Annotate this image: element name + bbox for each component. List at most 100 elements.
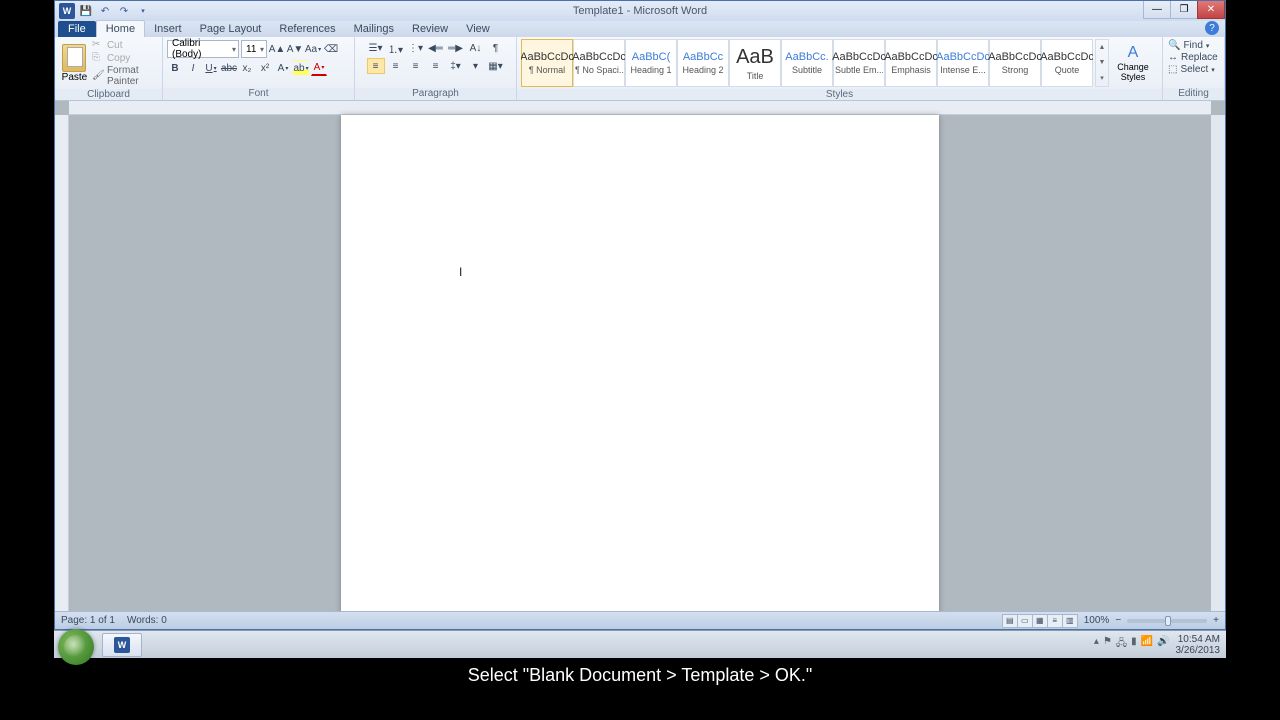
change-styles-icon: A (1128, 44, 1139, 62)
strikethrough-button[interactable]: abc (221, 60, 237, 76)
scroll-down-icon[interactable]: ▼ (1096, 55, 1108, 70)
select-button[interactable]: ⬚Select▾ (1168, 64, 1215, 75)
style-item[interactable]: AaBbCcHeading 2 (677, 39, 729, 87)
word-taskbar-icon: W (114, 637, 130, 653)
tab-view[interactable]: View (457, 21, 499, 37)
tab-review[interactable]: Review (403, 21, 457, 37)
bullets-button[interactable]: ☰▾ (367, 40, 385, 56)
style-item[interactable]: AaBbCcDcIntense E... (937, 39, 989, 87)
undo-icon[interactable]: ↶ (97, 3, 113, 19)
qat-dropdown-icon[interactable]: ▾ (135, 3, 151, 19)
styles-more-icon[interactable]: ▾ (1096, 71, 1108, 86)
tab-insert[interactable]: Insert (145, 21, 191, 37)
vertical-ruler[interactable] (55, 115, 69, 611)
redo-icon[interactable]: ↷ (116, 3, 132, 19)
style-item[interactable]: AaBbCcDcSubtle Em... (833, 39, 885, 87)
close-button[interactable]: ✕ (1197, 1, 1225, 19)
show-marks-button[interactable]: ¶ (487, 40, 505, 56)
increase-indent-button[interactable]: ═▶ (447, 40, 465, 56)
style-item[interactable]: AaBTitle (729, 39, 781, 87)
tab-references[interactable]: References (270, 21, 344, 37)
style-item[interactable]: AaBbC(Heading 1 (625, 39, 677, 87)
select-icon: ⬚ (1168, 64, 1177, 75)
tray-volume-icon[interactable]: 🔊 (1157, 636, 1169, 653)
shrink-font-button[interactable]: A▼ (287, 41, 303, 57)
superscript-button[interactable]: x² (257, 60, 273, 76)
cut-button[interactable]: ✂Cut (92, 39, 158, 51)
horizontal-ruler[interactable] (69, 101, 1211, 115)
font-color-button[interactable]: A (311, 60, 327, 76)
format-painter-button[interactable]: 🖌Format Painter (92, 65, 158, 87)
group-label-styles: Styles (517, 89, 1162, 100)
change-case-button[interactable]: Aa (305, 41, 321, 57)
outline-view-icon[interactable]: ≡ (1047, 614, 1063, 628)
scroll-up-icon[interactable]: ▲ (1096, 40, 1108, 55)
underline-button[interactable]: U (203, 60, 219, 76)
save-icon[interactable]: 💾 (78, 3, 94, 19)
numbering-button[interactable]: ⒈▾ (387, 40, 405, 56)
copy-button[interactable]: ⎘Copy (92, 52, 158, 64)
borders-button[interactable]: ▦▾ (487, 58, 505, 74)
justify-button[interactable]: ≡ (427, 58, 445, 74)
group-font: Calibri (Body) 11 A▲ A▼ Aa ⌫ B I U abc x… (163, 37, 355, 100)
print-layout-view-icon[interactable]: ▤ (1002, 614, 1018, 628)
vertical-scrollbar[interactable] (1211, 115, 1225, 611)
grow-font-button[interactable]: A▲ (269, 41, 285, 57)
multilevel-list-button[interactable]: ⋮▾ (407, 40, 425, 56)
align-center-button[interactable]: ≡ (387, 58, 405, 74)
tray-arrow-icon[interactable]: ▴ (1094, 636, 1099, 653)
style-item[interactable]: AaBbCc.Subtitle (781, 39, 833, 87)
font-size-combo[interactable]: 11 (241, 40, 267, 58)
decrease-indent-button[interactable]: ◀═ (427, 40, 445, 56)
tray-battery-icon[interactable]: ▮ (1131, 636, 1137, 653)
bold-button[interactable]: B (167, 60, 183, 76)
tab-home[interactable]: Home (96, 20, 145, 37)
sort-button[interactable]: A↓ (467, 40, 485, 56)
clear-formatting-button[interactable]: ⌫ (323, 41, 339, 57)
find-button[interactable]: 🔍Find▾ (1168, 40, 1209, 51)
zoom-level[interactable]: 100% (1084, 615, 1110, 626)
tray-network-icon[interactable]: 🖧 (1116, 636, 1127, 653)
styles-gallery[interactable]: AaBbCcDc¶ NormalAaBbCcDc¶ No Spaci...AaB… (521, 39, 1093, 87)
tray-flag-icon[interactable]: ⚑ (1103, 636, 1112, 653)
style-item[interactable]: AaBbCcDcQuote (1041, 39, 1093, 87)
taskbar-word[interactable]: W (102, 633, 142, 657)
italic-button[interactable]: I (185, 60, 201, 76)
change-styles-button[interactable]: A Change Styles (1111, 44, 1155, 82)
style-item[interactable]: AaBbCcDc¶ No Spaci... (573, 39, 625, 87)
style-item[interactable]: AaBbCcDcEmphasis (885, 39, 937, 87)
tray-clock[interactable]: 10:54 AM 3/26/2013 (1176, 634, 1221, 656)
minimize-button[interactable]: — (1143, 1, 1171, 19)
draft-view-icon[interactable]: ▥ (1062, 614, 1078, 628)
line-spacing-button[interactable]: ‡▾ (447, 58, 465, 74)
font-name-combo[interactable]: Calibri (Body) (167, 40, 239, 58)
style-item[interactable]: AaBbCcDc¶ Normal (521, 39, 573, 87)
style-item[interactable]: AaBbCcDcStrong (989, 39, 1041, 87)
replace-button[interactable]: ↔Replace (1168, 52, 1218, 63)
zoom-slider[interactable] (1127, 619, 1207, 623)
align-right-button[interactable]: ≡ (407, 58, 425, 74)
align-left-button[interactable]: ≡ (367, 58, 385, 74)
paste-button[interactable]: Paste (59, 39, 90, 87)
tab-file[interactable]: File (58, 21, 96, 37)
status-page[interactable]: Page: 1 of 1 (61, 615, 115, 626)
shading-button[interactable]: ▾ (467, 58, 485, 74)
styles-scroll[interactable]: ▲▼▾ (1095, 39, 1109, 87)
tray-wifi-icon[interactable]: 📶 (1141, 636, 1153, 653)
tab-mailings[interactable]: Mailings (345, 21, 403, 37)
highlight-button[interactable]: ab (293, 60, 309, 76)
zoom-out-button[interactable]: − (1115, 615, 1121, 626)
help-icon[interactable]: ? (1205, 21, 1219, 35)
status-words[interactable]: Words: 0 (127, 615, 167, 626)
web-layout-view-icon[interactable]: ▦ (1032, 614, 1048, 628)
subscript-button[interactable]: x₂ (239, 60, 255, 76)
zoom-in-button[interactable]: + (1213, 615, 1219, 626)
document-page[interactable]: I (341, 115, 939, 611)
maximize-button[interactable]: ❐ (1170, 1, 1198, 19)
replace-icon: ↔ (1168, 52, 1178, 63)
start-button[interactable] (58, 629, 94, 665)
text-effects-button[interactable]: A (275, 60, 291, 76)
zoom-thumb[interactable] (1165, 616, 1171, 626)
tab-page-layout[interactable]: Page Layout (191, 21, 271, 37)
full-screen-view-icon[interactable]: ▭ (1017, 614, 1033, 628)
